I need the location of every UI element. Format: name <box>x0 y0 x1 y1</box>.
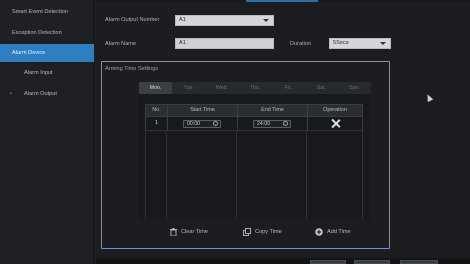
duration-value: 5Secs <box>333 40 349 46</box>
end-time-input[interactable]: 24:00 <box>253 120 291 128</box>
tab-sat[interactable]: Sat. <box>305 82 338 94</box>
copy-time-button[interactable]: Copy Time <box>243 228 282 236</box>
column-divider <box>167 131 237 219</box>
tab-tue[interactable]: Tue. <box>172 82 205 94</box>
copy-icon <box>243 228 251 236</box>
add-icon <box>315 228 323 236</box>
tab-wed[interactable]: Wed. <box>205 82 238 94</box>
sidebar-item-label: Smart Event Detection <box>12 9 68 15</box>
sidebar-item-alarm-output[interactable]: • Alarm Output <box>0 85 94 103</box>
sidebar-item-label: Exception Detection <box>12 30 62 36</box>
sidebar-item-label: Alarm Output <box>24 91 57 97</box>
column-divider <box>237 131 307 219</box>
alarm-output-number-label: Alarm Output Number <box>105 17 160 23</box>
mouse-cursor-icon <box>424 93 434 102</box>
column-header-start-time: Start Time <box>168 105 238 116</box>
chevron-down-icon <box>263 19 269 22</box>
end-time-cell: 24:00 <box>238 117 308 130</box>
clock-icon[interactable] <box>283 121 288 126</box>
add-time-label: Add Time <box>327 229 351 235</box>
column-header-operation: Operation <box>323 107 347 113</box>
sidebar-item-alarm-input[interactable]: Alarm Input <box>0 64 94 82</box>
table-row: 1 00:00 24:00 <box>145 117 363 131</box>
sidebar-item-label: Alarm Input <box>24 70 53 76</box>
duration-label: Duration <box>290 41 312 47</box>
trash-icon <box>170 228 177 236</box>
end-time-value: 24:00 <box>257 121 270 127</box>
duration-select[interactable]: 5Secs <box>329 38 391 49</box>
top-accent <box>246 0 318 2</box>
add-time-button[interactable]: Add Time <box>315 228 351 236</box>
arming-time-title: Arming Time Settings <box>105 66 159 72</box>
column-divider <box>145 131 167 219</box>
alarm-name-label: Alarm Name <box>105 41 137 47</box>
start-time-value: 00:00 <box>187 121 200 127</box>
tab-fri[interactable]: Fri. <box>272 82 305 94</box>
clear-time-label: Clear Time <box>181 229 209 235</box>
clock-icon[interactable] <box>213 121 218 126</box>
tab-mon[interactable]: Mon. <box>139 82 173 94</box>
start-time-cell: 00:00 <box>168 117 238 130</box>
row-number: 1 <box>146 117 168 130</box>
sidebar-item-exception-detection[interactable]: Exception Detection <box>0 24 94 42</box>
column-header-end-time: End Time <box>238 105 308 116</box>
column-header-no: No. <box>146 105 168 116</box>
sidebar: Smart Event Detection Exception Detectio… <box>0 0 94 264</box>
alarm-name-value: A1 <box>179 40 186 46</box>
bottom-button[interactable] <box>354 260 390 264</box>
sidebar-item-smart-event-detection[interactable]: Smart Event Detection <box>0 3 94 21</box>
operation-cell <box>308 117 362 130</box>
bottom-button[interactable] <box>400 260 438 264</box>
alarm-output-number-select[interactable]: A1 <box>175 15 274 26</box>
sidebar-item-alarm-device[interactable]: Alarm Device <box>0 44 94 62</box>
alarm-name-input[interactable]: A1 <box>175 38 274 49</box>
start-time-input[interactable]: 00:00 <box>183 120 221 128</box>
top-strip <box>96 0 470 2</box>
bottom-button[interactable] <box>310 260 346 264</box>
alarm-output-number-value: A1 <box>179 17 186 23</box>
copy-time-label: Copy Time <box>255 229 282 235</box>
column-divider <box>307 131 363 219</box>
tab-thu[interactable]: Thu. <box>238 82 271 94</box>
tab-sun[interactable]: Sun. <box>338 82 371 94</box>
chevron-down-icon <box>380 42 386 45</box>
schedule-table-header: No. Start Time End Time Operation <box>145 104 363 117</box>
bullet-icon: • <box>10 91 12 97</box>
day-tabs: Mon. Tue. Wed. Thu. Fri. Sat. Sun. <box>139 82 371 94</box>
sidebar-item-label: Alarm Device <box>12 50 46 56</box>
delete-icon[interactable] <box>331 119 340 128</box>
clear-time-button[interactable]: Clear Time <box>170 228 208 236</box>
